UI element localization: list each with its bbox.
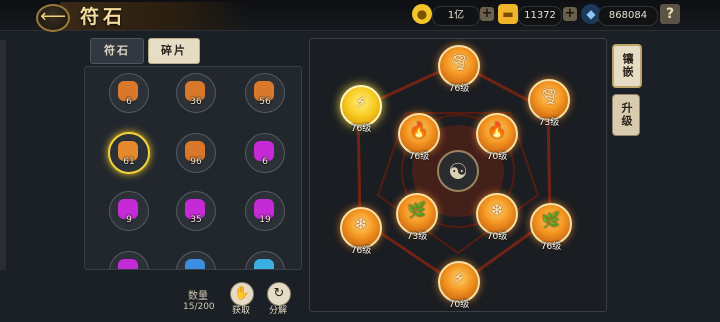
rune-slot[interactable]: 🌪 76级 <box>438 45 480 94</box>
rune-slot[interactable]: ❄ 70级 <box>476 193 518 242</box>
ingot-icon: ▬ <box>498 4 518 24</box>
obtain-label: 获取 <box>232 306 251 316</box>
rune-level: 70级 <box>486 152 508 162</box>
fragment-count: 6 <box>126 97 132 107</box>
ingot-amount: 11372 <box>518 6 562 26</box>
rune-level: 76级 <box>540 242 562 252</box>
left-edge-bar <box>0 40 6 270</box>
rune-fragment-icon <box>254 259 274 269</box>
rune-level: 76级 <box>448 84 470 94</box>
fragment-slot[interactable]: 56 <box>245 73 285 113</box>
fragment-slot[interactable]: 36 <box>176 73 216 113</box>
rune-board: ☯ 🌪 76级 ⚡ 76级 🌪 73级 🔥 76级 🔥 70级 ❄ 76级 🌿 … <box>309 38 607 312</box>
rune-slot[interactable]: 🔥 76级 <box>398 113 440 162</box>
rune-level: 76级 <box>350 246 372 256</box>
fragment-slot[interactable]: 35 <box>176 191 216 231</box>
whirlwind-rune-icon: 🌪 <box>539 87 559 105</box>
fragment-count: 19 <box>259 215 271 225</box>
recycle-icon: ↻ <box>273 286 285 301</box>
fragment-slot[interactable] <box>109 251 149 269</box>
back-arrow-icon: ⟵ <box>40 6 66 27</box>
quantity-value: 15/200 <box>183 302 215 312</box>
hand-icon: ✋ <box>233 286 251 301</box>
fragment-count: 9 <box>126 215 132 225</box>
coin-icon: ● <box>412 4 432 24</box>
fire-rune-icon: 🔥 <box>409 121 429 139</box>
fragment-slot[interactable]: 19 <box>245 191 285 231</box>
add-coin-button[interactable]: + <box>480 7 494 21</box>
fragment-count: 61 <box>123 157 135 167</box>
upgrade-tab[interactable]: 升级 <box>612 94 640 136</box>
fragment-grid: 6 36 56 61 96 6 9 35 19 <box>84 66 302 270</box>
tab-runestone[interactable]: 符石 <box>90 38 144 64</box>
rune-level: 73级 <box>406 232 428 242</box>
fragment-count: 6 <box>262 157 268 167</box>
fragment-count: 96 <box>190 157 202 167</box>
tab-fragment[interactable]: 碎片 <box>148 38 200 64</box>
frost-rune-icon: ❄ <box>490 201 504 219</box>
rune-slot[interactable]: 🔥 70级 <box>476 113 518 162</box>
fragment-count: 36 <box>190 97 202 107</box>
rune-level: 70级 <box>448 300 470 310</box>
leaf-rune-icon: 🌿 <box>407 201 427 219</box>
rune-slot[interactable]: ❄ 76级 <box>340 207 382 256</box>
leaf-rune-icon: 🌿 <box>541 211 561 229</box>
coin-amount: 1亿 <box>432 6 480 26</box>
add-ingot-button[interactable]: + <box>563 7 577 21</box>
frost-rune-icon: ❄ <box>354 215 368 233</box>
whirlwind-rune-icon: 🌪 <box>449 53 469 71</box>
rune-slot[interactable]: ⚡ 70级 <box>438 261 480 310</box>
quantity-label: 数量 <box>188 291 208 302</box>
lightning-rune-icon: ⚡ <box>355 93 367 111</box>
rune-level: 70级 <box>486 232 508 242</box>
help-button[interactable]: ? <box>660 4 680 24</box>
rune-slot[interactable]: 🌿 73级 <box>396 193 438 242</box>
inlay-tab[interactable]: 镶嵌 <box>612 44 642 88</box>
rune-level: 76级 <box>408 152 430 162</box>
fragment-slot[interactable]: 6 <box>109 73 149 113</box>
fragment-slot-selected[interactable]: 61 <box>108 132 150 174</box>
back-button[interactable]: ⟵ <box>36 4 70 32</box>
fragment-count: 56 <box>259 97 271 107</box>
diamond-amount: 868084 <box>598 6 658 26</box>
fragment-slot[interactable]: 9 <box>109 191 149 231</box>
fragment-slot[interactable] <box>176 251 216 269</box>
decompose-label: 分解 <box>269 306 288 316</box>
rune-level: 73级 <box>538 118 560 128</box>
fragment-count: 35 <box>190 215 202 225</box>
fragment-slot[interactable]: 96 <box>176 133 216 173</box>
fragment-slot[interactable] <box>245 251 285 269</box>
fragment-slot[interactable]: 6 <box>245 133 285 173</box>
fire-rune-icon: 🔥 <box>487 121 507 139</box>
rune-slot[interactable]: ⚡ 76级 <box>340 85 382 134</box>
rune-level: 76级 <box>350 124 372 134</box>
lightning-rune-icon: ⚡ <box>453 269 465 287</box>
yin-yang-icon: ☯ <box>448 160 468 185</box>
rune-slot[interactable]: 🌿 76级 <box>530 203 572 252</box>
page-title: 符石 <box>80 6 127 28</box>
rune-fragment-icon <box>118 259 138 269</box>
rune-fragment-icon <box>185 259 205 269</box>
rune-slot[interactable]: 🌪 73级 <box>528 79 570 128</box>
